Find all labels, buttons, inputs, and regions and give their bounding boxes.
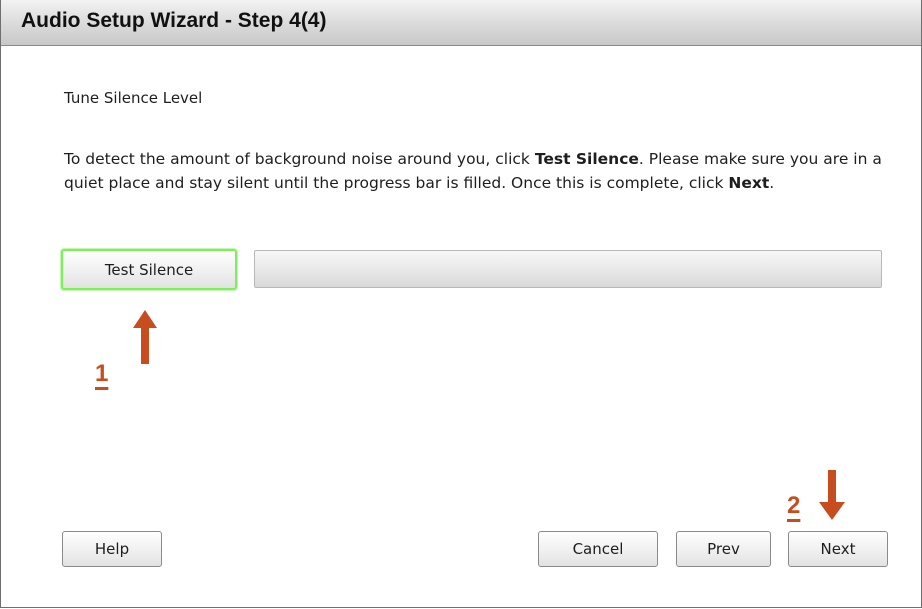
instructions-next-bold: Next [728,174,770,192]
next-button[interactable]: Next [788,531,888,567]
window-title: Audio Setup Wizard - Step 4(4) [21,9,327,32]
prev-button[interactable]: Prev [676,531,771,567]
help-button[interactable]: Help [62,531,162,567]
test-silence-button[interactable]: Test Silence [61,249,237,290]
audio-setup-wizard-window: Audio Setup Wizard - Step 4(4) Tune Sile… [0,0,922,608]
title-bar: Audio Setup Wizard - Step 4(4) [1,0,921,46]
instructions-part: . [769,174,775,192]
silence-progress-bar [254,250,882,288]
step-1-annotation: 1 [95,360,109,387]
instructions-test-silence-bold: Test Silence [534,150,639,168]
cancel-button[interactable]: Cancel [538,531,658,567]
step-2-annotation: 2 [787,492,801,519]
arrow-up-icon [133,310,157,364]
instructions-text: To detect the amount of background noise… [64,147,884,195]
arrow-down-icon [819,470,845,520]
section-title: Tune Silence Level [64,89,203,107]
instructions-part: To detect the amount of background noise… [64,150,535,168]
